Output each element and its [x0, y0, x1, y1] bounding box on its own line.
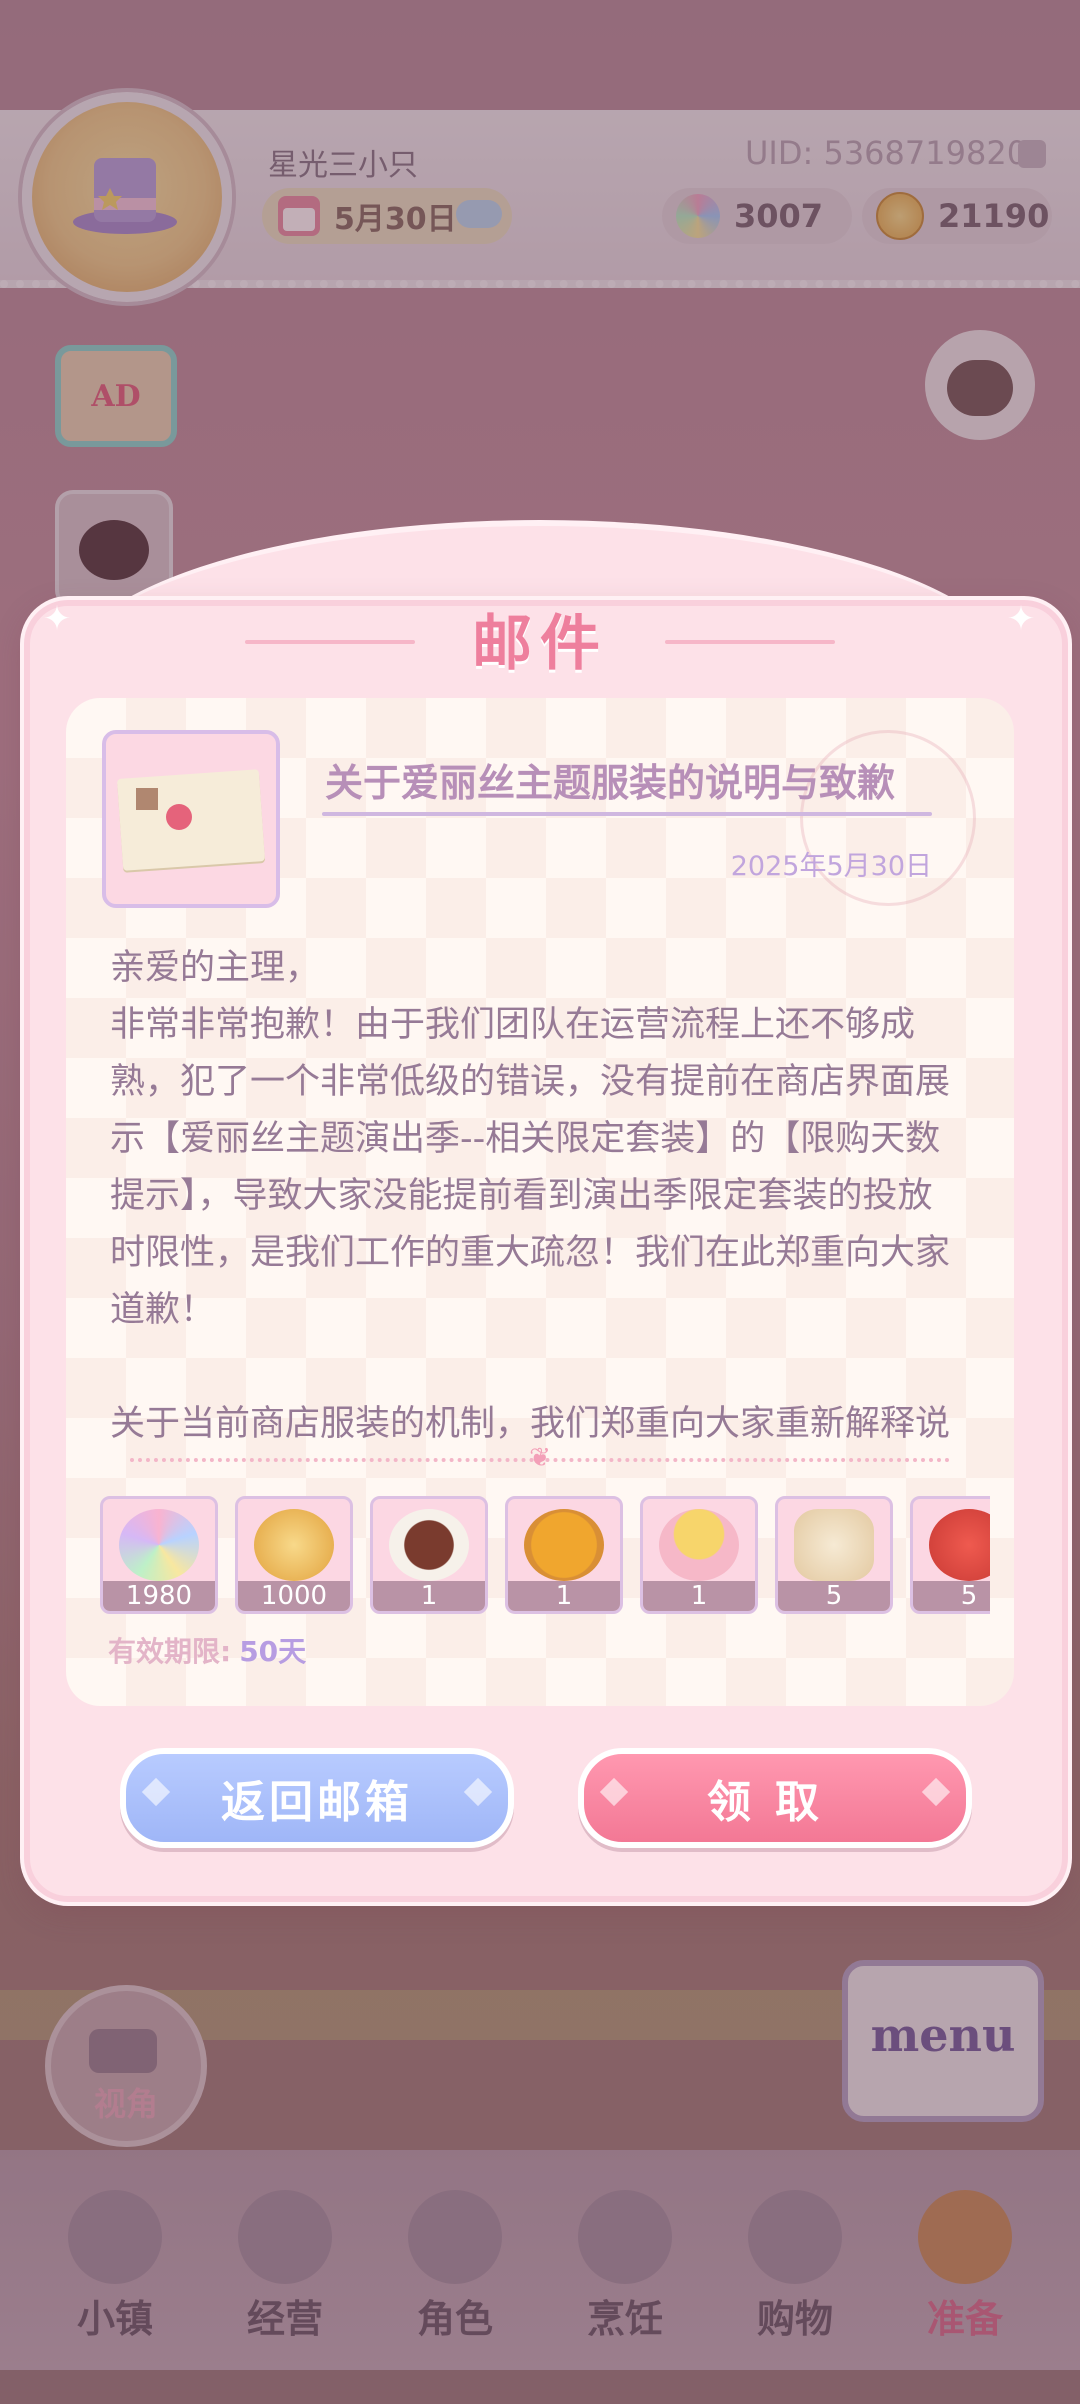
claim-button[interactable]: 领取	[578, 1748, 972, 1848]
attachment-qty: 1000	[238, 1581, 350, 1611]
validity-value: 50天	[239, 1635, 307, 1668]
strawberry-icon	[929, 1509, 990, 1581]
rainbow-crystal-icon	[119, 1509, 199, 1581]
attachment-item[interactable]: 1	[370, 1496, 488, 1614]
heart-seal-icon	[166, 804, 192, 830]
attachment-item[interactable]: 5	[775, 1496, 893, 1614]
attachment-item[interactable]: 5	[910, 1496, 990, 1614]
orange-tart-icon	[524, 1509, 604, 1581]
mail-body[interactable]: 亲爱的主理， 非常非常抱歉！由于我们团队在运营流程上还不够成 熟，犯了一个非常低…	[110, 940, 990, 1450]
body-line: 道歉！	[110, 1290, 216, 1330]
attachment-qty: 5	[913, 1581, 990, 1611]
attachment-item[interactable]: 1	[640, 1496, 758, 1614]
sparkle-icon: ✦	[42, 599, 72, 639]
stamp-icon	[136, 788, 158, 810]
attachment-qty: 5	[778, 1581, 890, 1611]
body-line: 非常非常抱歉！由于我们团队在运营流程上还不够成	[110, 1005, 916, 1045]
body-line: 熟，犯了一个非常低级的错误，没有提前在商店界面展	[110, 1062, 951, 1102]
body-line: 示【爱丽丝主题演出季--相关限定套装】的【限购天数	[110, 1119, 941, 1159]
steak-dish-icon	[389, 1509, 469, 1581]
fruit-sundae-icon	[659, 1509, 739, 1581]
body-line: 时限性，是我们工作的重大疏忽！我们在此郑重向大家	[110, 1233, 951, 1273]
validity-label: 有效期限:	[108, 1635, 232, 1668]
mail-subject: 关于爱丽丝主题服装的说明与致歉	[325, 761, 896, 805]
attachment-item[interactable]: 1	[505, 1496, 623, 1614]
claim-button-label: 领取	[707, 1777, 843, 1828]
body-line: 亲爱的主理，	[110, 948, 321, 988]
diamond-icon	[599, 1777, 629, 1807]
sparkle-icon: ✦	[1006, 599, 1036, 639]
subject-underline	[322, 812, 932, 816]
bow-icon: ❦	[529, 1443, 551, 1473]
validity-period: 有效期限: 50天	[108, 1630, 306, 1670]
attachment-qty: 1980	[103, 1581, 215, 1611]
attachment-item[interactable]: 1980	[100, 1496, 218, 1614]
flour-sack-icon	[794, 1509, 874, 1581]
gold-coins-icon	[254, 1509, 334, 1581]
mail-date: 2025年5月30日	[730, 851, 932, 882]
diamond-icon	[921, 1777, 951, 1807]
diamond-icon	[141, 1777, 171, 1807]
attachment-qty: 1	[373, 1581, 485, 1611]
dialog-title: 邮件	[472, 609, 608, 679]
body-line: 关于当前商店服装的机制，我们郑重向大家重新解释说	[110, 1404, 951, 1444]
attachment-qty: 1	[508, 1581, 620, 1611]
back-to-mailbox-button[interactable]: 返回邮箱	[120, 1748, 514, 1848]
attachment-qty: 1	[643, 1581, 755, 1611]
back-button-label: 返回邮箱	[221, 1777, 413, 1828]
letter-icon	[102, 730, 280, 908]
diamond-icon	[463, 1777, 493, 1807]
attachment-item[interactable]: 1000	[235, 1496, 353, 1614]
attachment-list[interactable]: 1980 1000 1 1 1 5 5	[100, 1496, 990, 1618]
body-line: 提示】，导致大家没能提前看到演出季限定套装的投放	[110, 1176, 933, 1216]
